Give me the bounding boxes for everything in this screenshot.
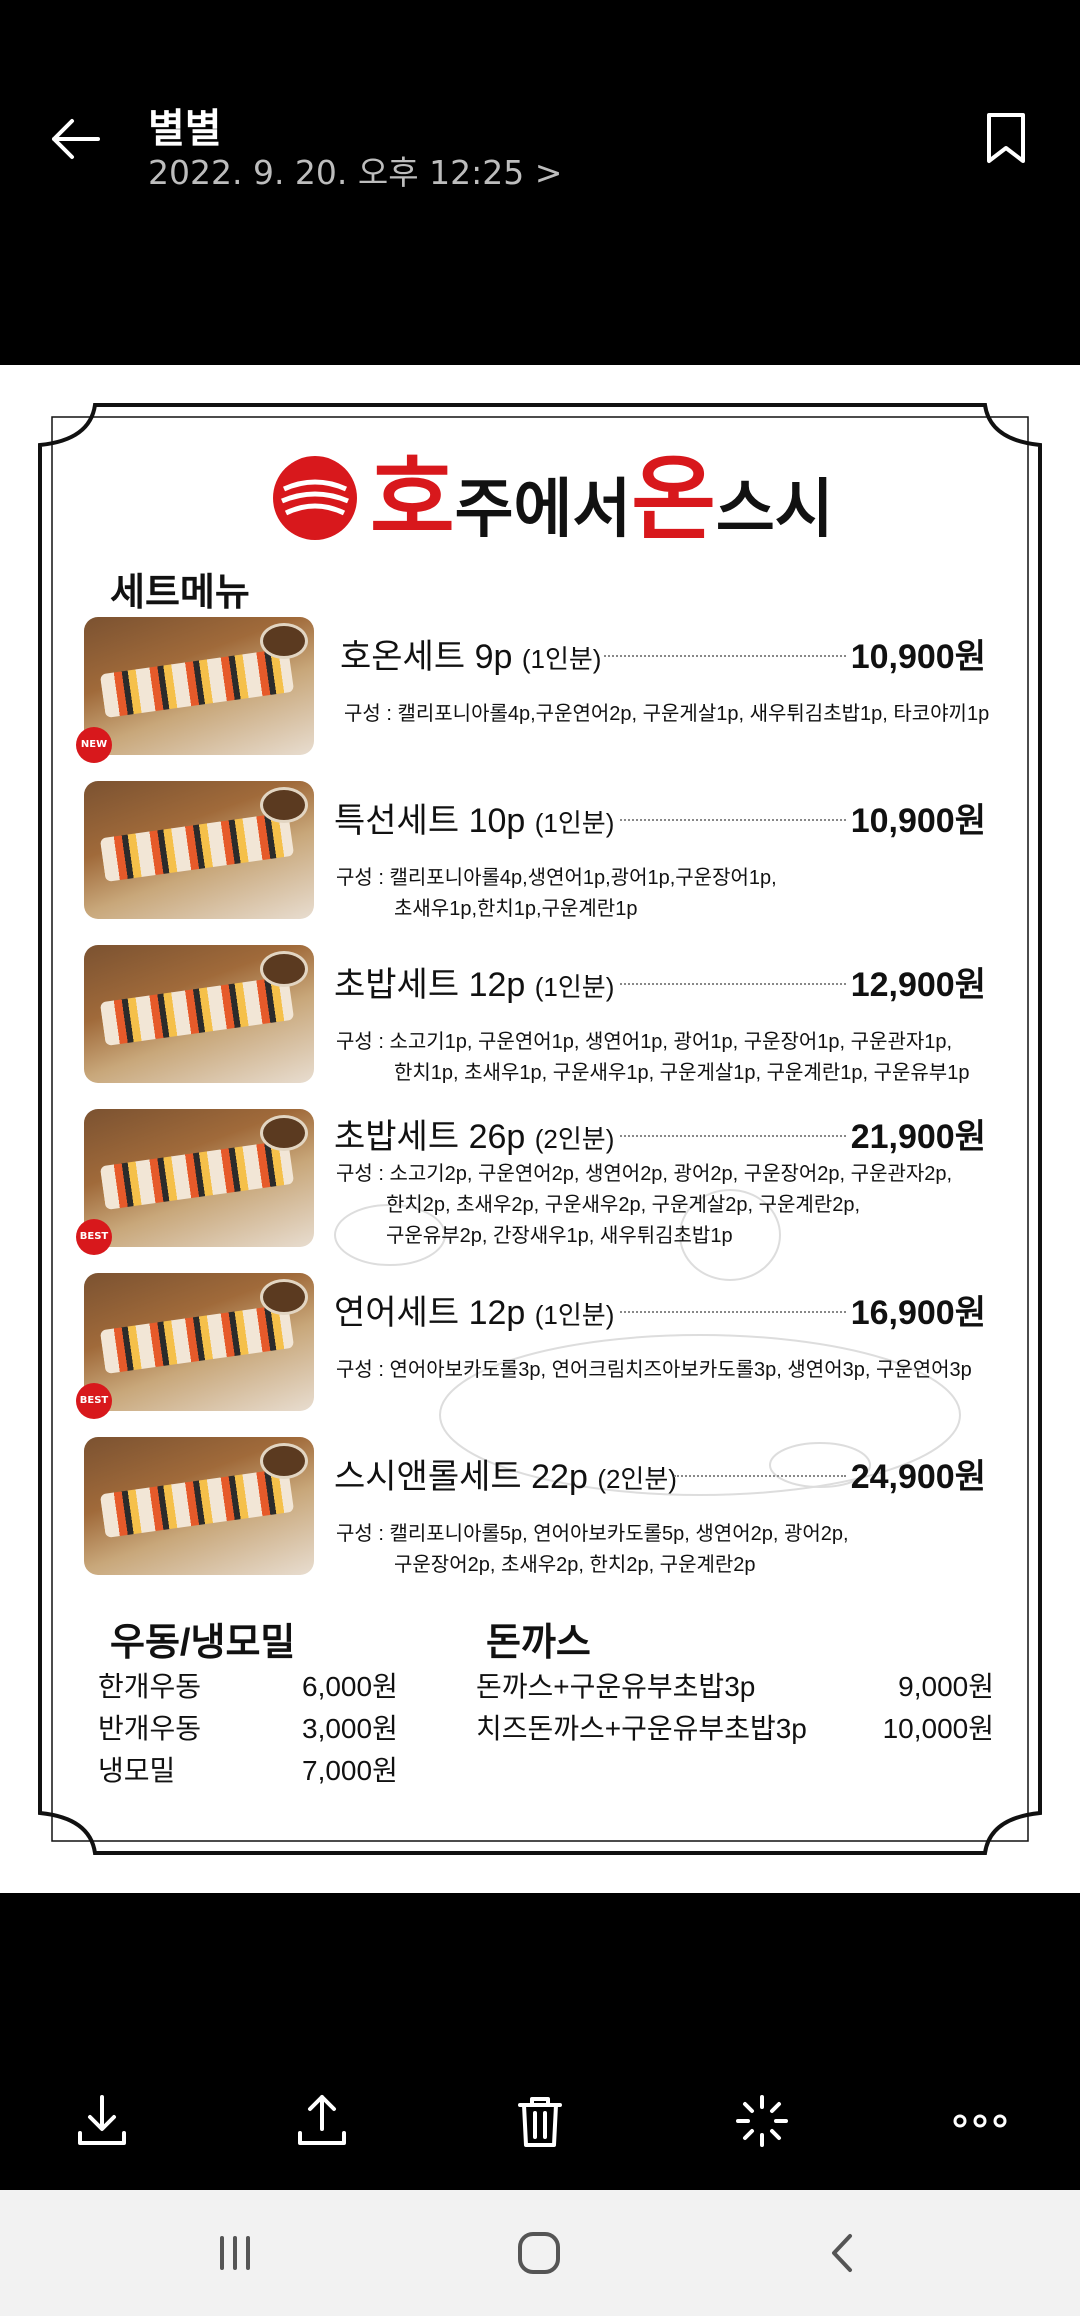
item-price: 10,900원 (850, 638, 986, 676)
item-name: 초밥세트 12p (1인분) (334, 966, 615, 1004)
restaurant-logo: 호주에서온스시 (270, 445, 834, 555)
top-bar: 별별 2022. 9. 20. 오후 12:25 > (0, 0, 1080, 365)
katsu-item-price: 9,000원 (898, 1671, 994, 1702)
bottom-toolbar (0, 2065, 1080, 2190)
set-menu-heading: 세트메뉴 (110, 572, 250, 614)
recent-apps-icon[interactable] (210, 2228, 260, 2278)
item-desc: 구성 : 소고기2p, 구운연어2p, 생연어2p, 광어2p, 구운장어2p,… (336, 1163, 953, 1247)
item-price: 16,900원 (850, 1294, 986, 1332)
item-desc: 구성 : 연어아보카도롤3p, 연어크림치즈아보카도롤3p, 생연어3p, 구운… (336, 1359, 972, 1381)
katsu-item-name: 돈까스+구운유부초밥3p (476, 1671, 756, 1702)
best-badge: BEST (76, 1383, 112, 1419)
best-badge: BEST (76, 1219, 112, 1255)
item-desc: 구성 : 소고기1p, 구운연어1p, 생연어1p, 광어1p, 구운장어1p,… (336, 1031, 970, 1084)
home-icon[interactable] (514, 2228, 564, 2278)
food-photo (84, 1273, 314, 1411)
katsu-heading: 돈까스 (486, 1622, 591, 1664)
udon-item-name: 한개우동 (98, 1671, 202, 1702)
item-desc: 구성 : 캘리포니아롤5p, 연어아보카도롤5p, 생연어2p, 광어2p, 구운… (336, 1523, 849, 1576)
delete-icon[interactable] (510, 2091, 570, 2151)
menu-item: BEST 초밥세트 26p (2인분) 21,900원 구성 : 소고기2p, … (76, 1109, 1004, 1255)
logo-text: 호주에서온스시 (370, 446, 834, 553)
katsu-item-price: 10,000원 (882, 1713, 994, 1744)
share-icon[interactable] (292, 2091, 352, 2151)
food-photo (84, 1109, 314, 1247)
back-nav-icon[interactable] (818, 2228, 868, 2278)
item-price: 21,900원 (850, 1118, 986, 1156)
udon-item-price: 3,000원 (302, 1713, 398, 1744)
item-name: 특선세트 10p (1인분) (334, 802, 615, 840)
udon-item-name: 반개우동 (98, 1713, 202, 1744)
edit-effect-icon[interactable] (732, 2091, 792, 2151)
food-photo (84, 617, 314, 755)
food-photo (84, 781, 314, 919)
item-desc: 구성 : 캘리포니아롤4p,구운연어2p, 구운게살1p, 새우튀김초밥1p, … (344, 703, 990, 725)
more-icon[interactable] (950, 2091, 1010, 2151)
item-name: 호온세트 9p (1인분) (340, 638, 602, 676)
photo-datetime-link[interactable]: 2022. 9. 20. 오후 12:25 > (148, 146, 562, 194)
bookmark-icon[interactable] (986, 112, 1026, 164)
item-name: 스시앤롤세트 22p (2인분) (334, 1458, 677, 1496)
item-price: 24,900원 (850, 1458, 986, 1496)
udon-item-name: 냉모밀 (98, 1755, 176, 1786)
download-icon[interactable] (72, 2091, 132, 2151)
menu-photo[interactable]: 호주에서온스시 세트메뉴 NEW 호온세트 9p (1인분) 10,900원 구… (0, 365, 1080, 1893)
menu-item: 스시앤롤세트 22p (2인분) 24,900원 구성 : 캘리포니아롤5p, … (84, 1437, 1004, 1577)
system-navbar (0, 2190, 1080, 2316)
menu-item: BEST 연어세트 12p (1인분) 16,900원 구성 : 연어아보카도롤… (76, 1273, 1004, 1419)
menu-item: NEW 호온세트 9p (1인분) 10,900원 구성 : 캘리포니아롤4p,… (76, 617, 1004, 763)
fish-logo-icon (273, 456, 357, 540)
item-desc: 구성 : 캘리포니아롤4p,생연어1p,광어1p,구운장어1p, 초새우1p,한치… (336, 867, 777, 920)
item-name: 연어세트 12p (1인분) (334, 1294, 615, 1332)
udon-item-price: 7,000원 (302, 1755, 398, 1786)
katsu-item-name: 치즈돈까스+구운유부초밥3p (476, 1713, 807, 1744)
udon-item-price: 6,000원 (302, 1671, 398, 1702)
item-name: 초밥세트 26p (2인분) (334, 1118, 615, 1156)
back-arrow-icon[interactable] (48, 112, 102, 166)
udon-heading: 우동/냉모밀 (110, 1622, 296, 1664)
food-photo (84, 1437, 314, 1575)
menu-item: 특선세트 10p (1인분) 10,900원 구성 : 캘리포니아롤4p,생연어… (84, 781, 1004, 921)
item-price: 10,900원 (850, 802, 986, 840)
food-photo (84, 945, 314, 1083)
new-badge: NEW (76, 727, 112, 763)
item-price: 12,900원 (850, 966, 986, 1004)
menu-item: 초밥세트 12p (1인분) 12,900원 구성 : 소고기1p, 구운연어1… (84, 945, 1004, 1085)
